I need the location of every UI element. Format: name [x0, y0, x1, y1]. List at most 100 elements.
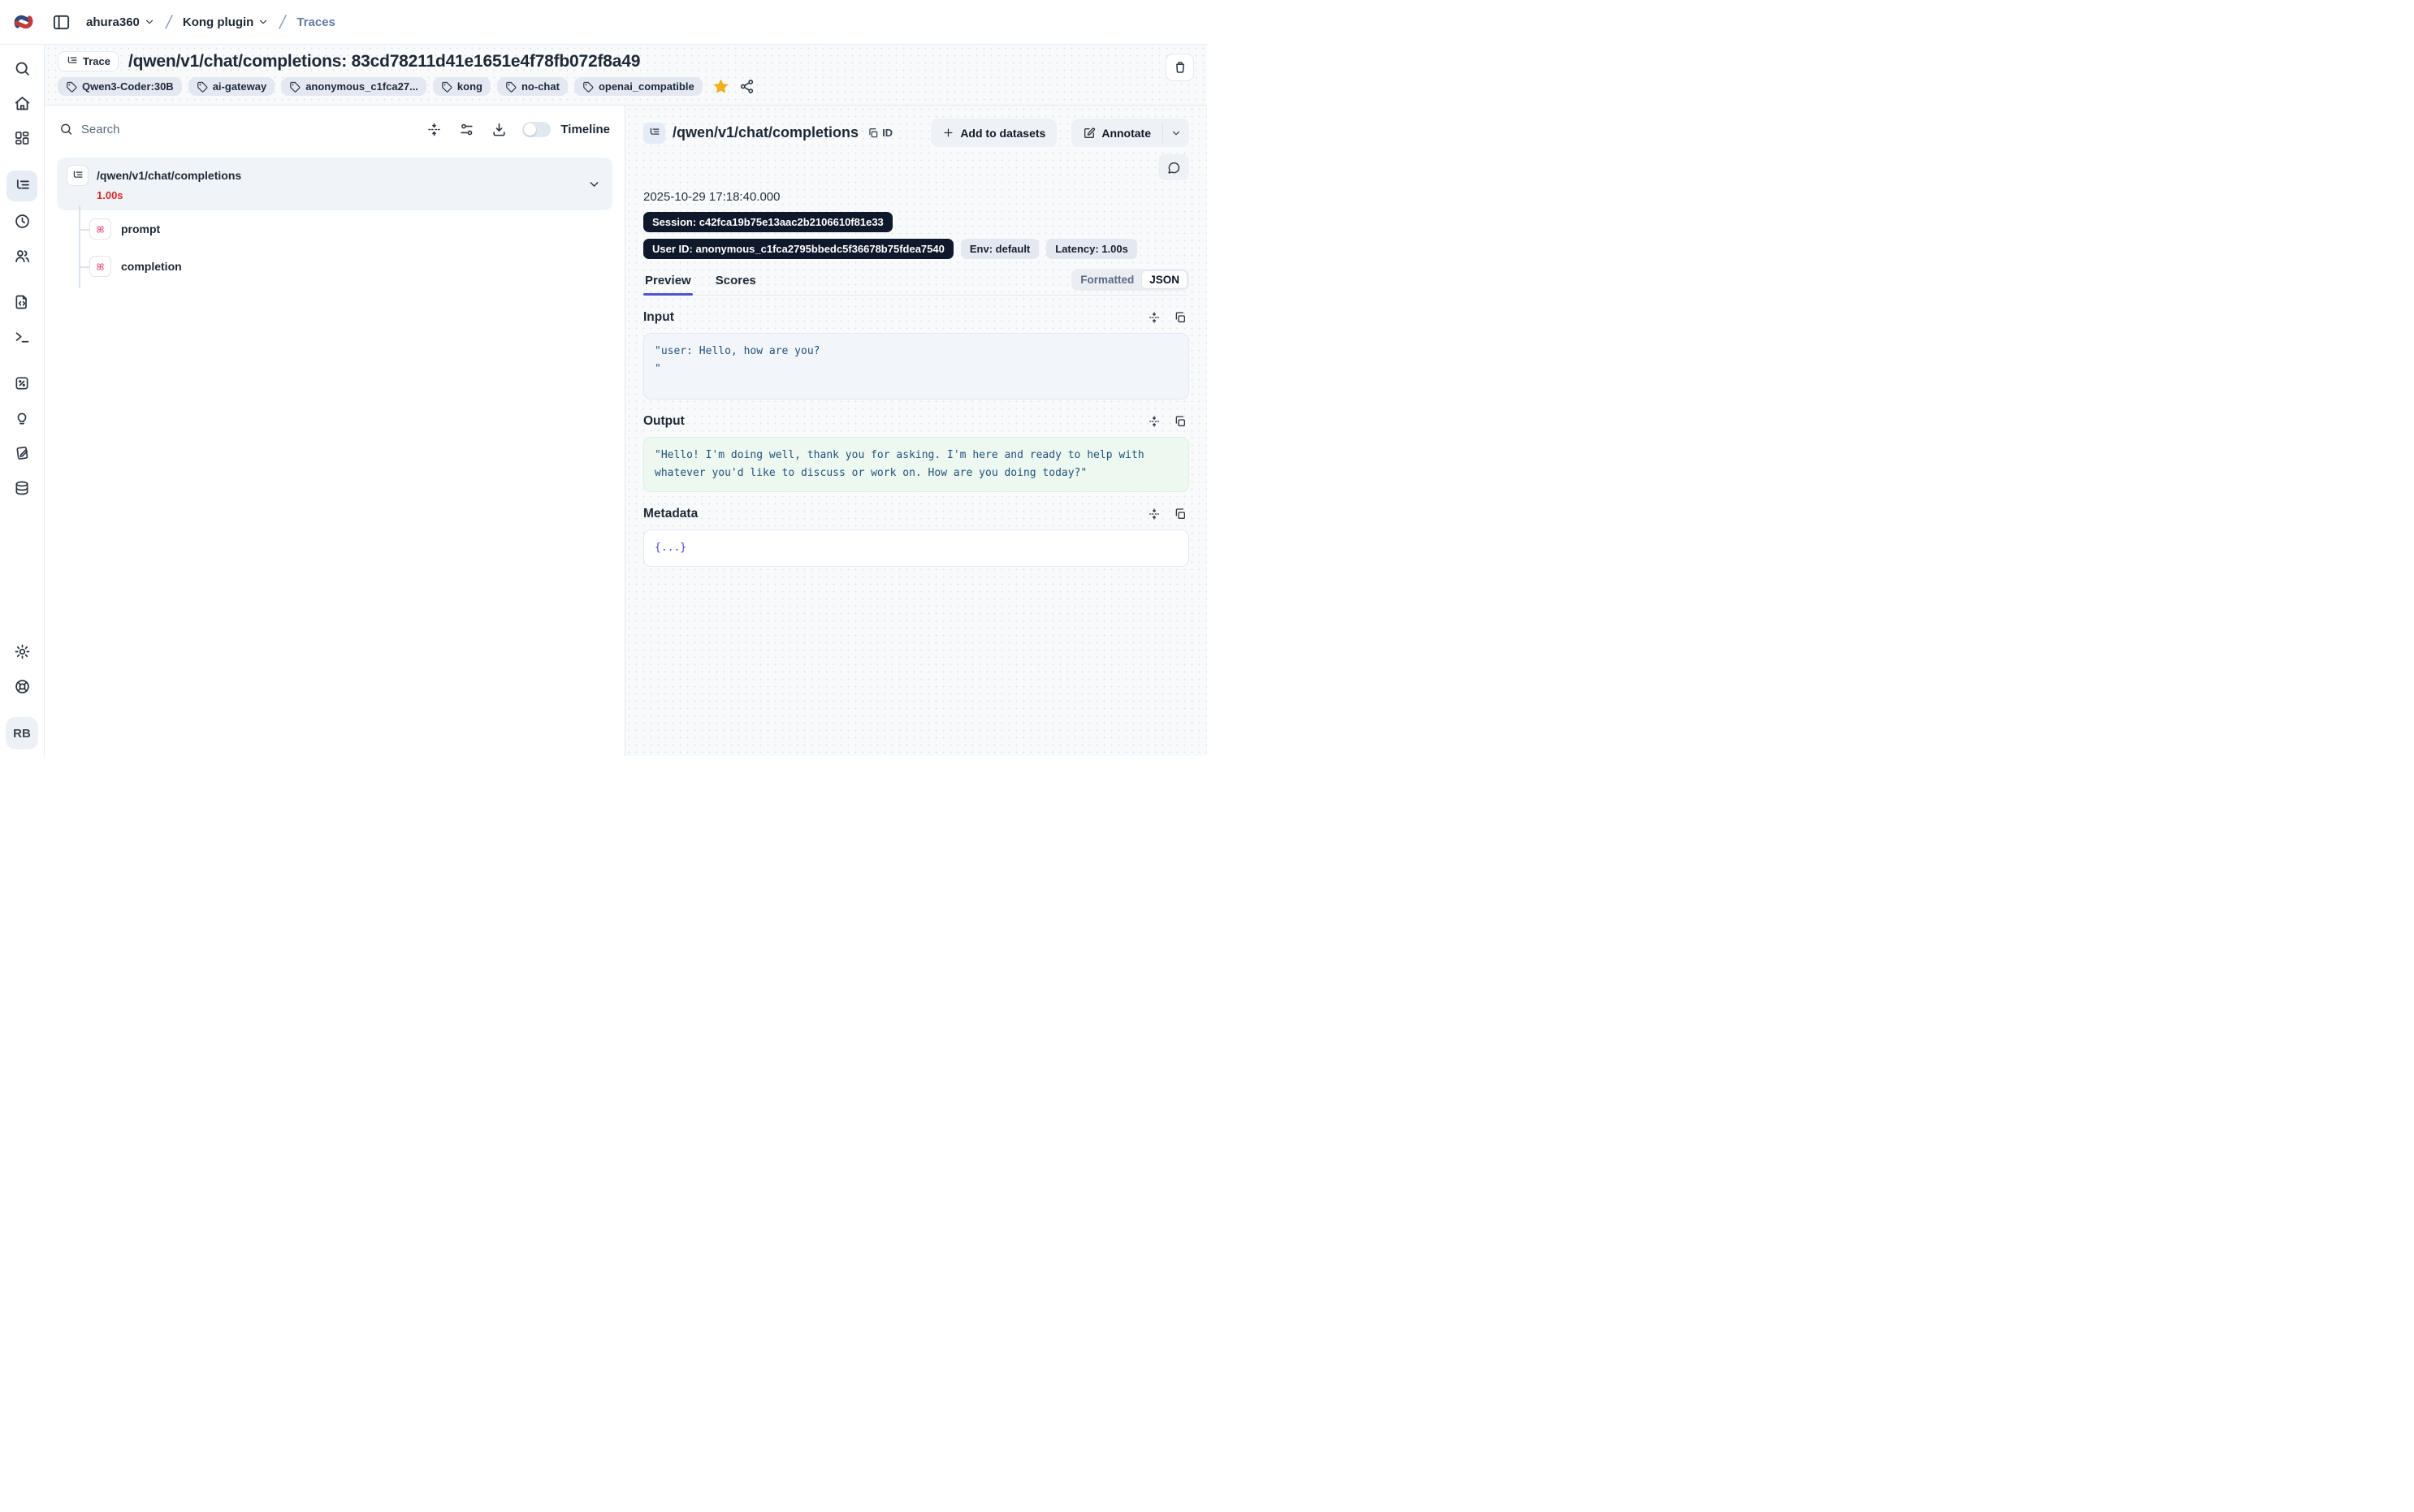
sidebar-item-playground[interactable] — [6, 323, 37, 351]
tree-node-child[interactable]: prompt — [67, 210, 612, 248]
copy-id-button[interactable]: ID — [867, 127, 893, 139]
sidebar-item-annotation[interactable] — [6, 439, 37, 467]
tag-label: anonymous_c1fca27... — [305, 80, 418, 93]
copy-icon — [1174, 415, 1187, 428]
collapse-section-button[interactable] — [1145, 309, 1163, 326]
input-section-title: Input — [643, 310, 674, 325]
tree-toolbar: Timeline — [45, 106, 625, 153]
sidebar-item-settings[interactable] — [6, 637, 37, 665]
session-badge[interactable]: Session: c42fca19b75e13aac2b2106610f81e3… — [643, 212, 893, 232]
page-label: Traces — [296, 15, 335, 29]
sidebar-item-evaluation[interactable] — [6, 369, 37, 397]
top-bar: ahura360 Kong plugin Traces — [0, 0, 1207, 45]
env-badge: Env: default — [961, 239, 1039, 259]
trace-tree: /qwen/v1/chat/completions 1.00s — [45, 153, 625, 290]
fold-vertical-icon — [1148, 311, 1161, 324]
breadcrumb-project[interactable]: Kong plugin — [183, 15, 269, 29]
output-section-title: Output — [643, 414, 685, 429]
user-id-badge[interactable]: User ID: anonymous_c1fca2795bbedc5f36678… — [643, 239, 954, 259]
tag-pill[interactable]: kong — [433, 77, 491, 96]
tag-label: no-chat — [521, 80, 560, 93]
sidebar-item-users[interactable] — [6, 242, 37, 270]
sidebar-item-datasets[interactable] — [6, 474, 37, 502]
id-label: ID — [882, 127, 893, 139]
comments-button[interactable] — [1158, 154, 1189, 180]
breadcrumb-separator — [163, 13, 175, 31]
tag-pill[interactable]: ai-gateway — [188, 77, 275, 96]
collapse-all-button[interactable] — [422, 117, 446, 141]
trace-node-badge — [643, 123, 665, 144]
avatar-initials: RB — [13, 727, 31, 741]
annotate-button-group: Annotate — [1071, 119, 1189, 147]
clock-icon — [14, 213, 31, 230]
tag-pill[interactable]: no-chat — [497, 77, 568, 96]
list-tree-icon — [66, 55, 78, 67]
tag-icon — [505, 81, 517, 93]
list-tree-icon — [14, 178, 31, 195]
user-avatar[interactable]: RB — [6, 717, 38, 750]
sidebar-item-prompts[interactable] — [6, 288, 37, 316]
sidebar-item-tracing[interactable] — [6, 171, 37, 201]
tree-node-child[interactable]: completion — [67, 248, 612, 285]
breadcrumb-org[interactable]: ahura360 — [86, 15, 155, 29]
search-box[interactable] — [59, 122, 413, 136]
view-settings-button[interactable] — [454, 117, 478, 141]
sidebar-item-support[interactable] — [6, 672, 37, 700]
add-to-datasets-button[interactable]: Add to datasets — [931, 119, 1057, 147]
bookmark-star-icon[interactable] — [712, 78, 729, 95]
metadata-content[interactable]: {...} — [643, 529, 1189, 567]
event-node-badge — [89, 256, 111, 277]
sidebar-item-insights[interactable] — [6, 404, 37, 432]
trace-header: Trace /qwen/v1/chat/completions: 83cd782… — [45, 45, 1207, 106]
format-option-json[interactable]: JSON — [1141, 270, 1188, 289]
download-button[interactable] — [487, 117, 511, 141]
copy-icon — [1174, 508, 1187, 521]
fold-vertical-icon — [1148, 508, 1161, 521]
annotate-button[interactable]: Annotate — [1071, 119, 1162, 147]
sidebar-item-sessions[interactable] — [6, 207, 37, 235]
tag-label: kong — [457, 80, 482, 93]
database-icon — [14, 480, 30, 496]
tree-node-root[interactable]: /qwen/v1/chat/completions 1.00s — [57, 158, 612, 210]
home-icon — [14, 95, 31, 112]
copy-content-button[interactable] — [1171, 413, 1189, 430]
annotate-dropdown-button[interactable] — [1163, 119, 1189, 147]
collapse-section-button[interactable] — [1145, 505, 1163, 523]
format-option-formatted[interactable]: Formatted — [1073, 271, 1141, 288]
share-icon[interactable] — [739, 79, 755, 94]
breadcrumb-page[interactable]: Traces — [296, 15, 335, 29]
tag-pill[interactable]: Qwen3-Coder:30B — [58, 77, 182, 96]
tree-node-duration: 1.00s — [97, 189, 603, 201]
pinwheel-icon — [94, 223, 106, 235]
sidebar-toggle-button[interactable] — [49, 10, 73, 34]
collapse-section-button[interactable] — [1145, 413, 1163, 430]
users-icon — [14, 248, 31, 265]
copy-content-button[interactable] — [1171, 309, 1189, 326]
terminal-icon — [14, 329, 31, 346]
search-input[interactable] — [81, 123, 414, 136]
tag-icon — [289, 81, 301, 93]
square-pen-icon — [1083, 127, 1096, 140]
sidebar-item-dashboards[interactable] — [6, 124, 37, 152]
pinwheel-icon — [94, 261, 106, 273]
delete-trace-button[interactable] — [1166, 54, 1194, 81]
tag-pill[interactable]: openai_compatible — [574, 77, 703, 96]
timeline-toggle[interactable] — [522, 122, 551, 137]
tag-pill[interactable]: anonymous_c1fca27... — [281, 77, 426, 96]
message-bubble-icon — [1167, 161, 1181, 175]
trace-node-badge — [67, 165, 89, 186]
plus-icon — [942, 127, 954, 139]
copy-content-button[interactable] — [1171, 505, 1189, 523]
collapse-node-button[interactable] — [587, 177, 601, 191]
lightbulb-icon — [14, 410, 30, 426]
trash-icon — [1173, 60, 1188, 75]
sidebar-item-search[interactable] — [6, 54, 37, 82]
tab-preview[interactable]: Preview — [643, 267, 693, 295]
tag-icon — [66, 81, 77, 93]
output-content: "Hello! I'm doing well, thank you for as… — [643, 437, 1189, 492]
detail-tabs: Preview Scores Formatted JSON — [643, 267, 1189, 296]
sidebar-item-home[interactable] — [6, 89, 37, 117]
tab-scores[interactable]: Scores — [714, 267, 758, 295]
lifebuoy-icon — [14, 678, 31, 695]
search-icon — [14, 60, 31, 77]
